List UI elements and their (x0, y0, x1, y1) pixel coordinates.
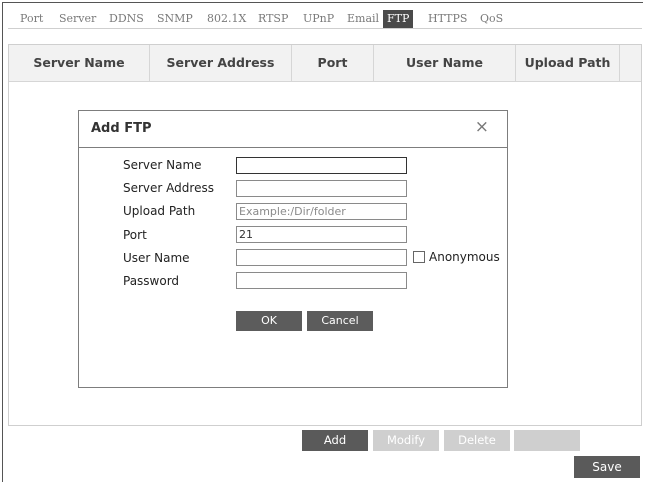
tab-port[interactable]: Port (20, 10, 43, 28)
cancel-button[interactable]: Cancel (307, 311, 373, 331)
server-name-input[interactable] (236, 157, 407, 174)
user-name-label: User Name (123, 251, 190, 265)
anonymous-label: Anonymous (429, 250, 500, 264)
server-address-label: Server Address (123, 181, 214, 195)
window-frame-top (2, 2, 643, 3)
window-frame-left (2, 2, 3, 482)
anonymous-checkbox[interactable] (413, 251, 425, 263)
tab-rtsp[interactable]: RTSP (258, 10, 288, 28)
anonymous-option[interactable]: Anonymous (413, 250, 500, 264)
upload-path-input[interactable] (236, 203, 407, 220)
add-ftp-dialog: Add FTP × Server Name Server Address Upl… (78, 110, 508, 388)
tab-email[interactable]: Email (347, 10, 379, 28)
tab-upnp[interactable]: UPnP (303, 10, 334, 28)
server-name-label: Server Name (123, 158, 202, 172)
table-header: Server Name Server Address Port User Nam… (9, 45, 641, 82)
disabled-action-button[interactable] (514, 430, 580, 451)
tab-qos[interactable]: QoS (480, 10, 503, 28)
port-input[interactable] (236, 226, 407, 243)
column-server-name: Server Name (9, 45, 150, 81)
close-icon[interactable]: × (475, 117, 489, 137)
add-button[interactable]: Add (302, 430, 368, 451)
delete-button[interactable]: Delete (444, 430, 510, 451)
column-upload-path: Upload Path (516, 45, 620, 81)
ok-button[interactable]: OK (236, 311, 302, 331)
tab-802-1x[interactable]: 802.1X (207, 10, 246, 28)
dialog-title: Add FTP (91, 121, 152, 136)
tab-https[interactable]: HTTPS (428, 10, 467, 28)
tabs-divider (8, 28, 642, 29)
tab-ftp[interactable]: FTP (383, 10, 414, 28)
column-user-name: User Name (374, 45, 516, 81)
password-input[interactable] (236, 272, 407, 289)
user-name-input[interactable] (236, 249, 407, 266)
port-label: Port (123, 228, 147, 242)
column-port: Port (292, 45, 374, 81)
password-label: Password (123, 274, 180, 288)
save-button[interactable]: Save (574, 456, 640, 478)
column-server-address: Server Address (150, 45, 292, 81)
tab-snmp[interactable]: SNMP (157, 10, 193, 28)
upload-path-label: Upload Path (123, 204, 196, 218)
modify-button[interactable]: Modify (373, 430, 439, 451)
server-address-input[interactable] (236, 180, 407, 197)
tab-ddns[interactable]: DDNS (109, 10, 144, 28)
tab-server[interactable]: Server (59, 10, 96, 28)
dialog-divider (79, 147, 507, 148)
